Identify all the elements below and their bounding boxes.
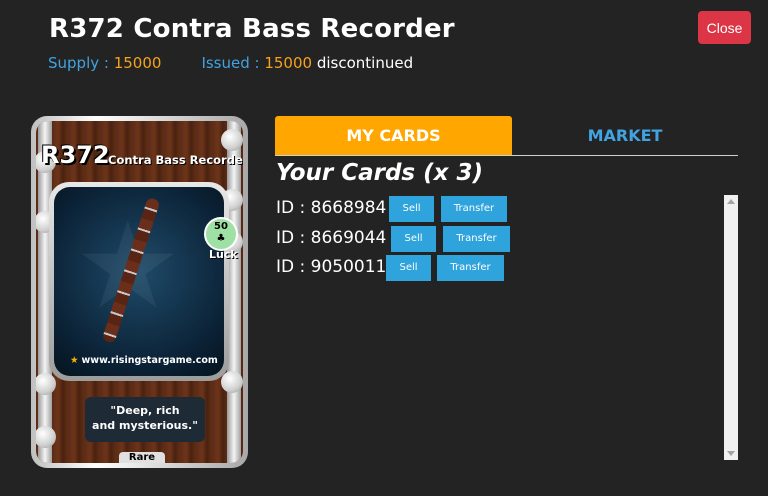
tab-my-cards[interactable]: MY CARDS (275, 116, 512, 155)
card-rail-right (227, 121, 241, 463)
modal-title: R372 Contra Bass Recorder (49, 14, 455, 44)
status-text: discontinued (316, 54, 414, 72)
card-knob-icon (221, 129, 243, 151)
sell-button[interactable]: Sell (391, 226, 436, 252)
card-name: Contra Bass Recorder (108, 153, 243, 167)
sell-button[interactable]: Sell (389, 196, 434, 222)
scroll-up-icon[interactable] (727, 199, 735, 204)
card-code: R372 (41, 141, 110, 169)
issued-value: 15000 (264, 54, 313, 72)
luck-badge-icon: 50 ♣ (204, 217, 238, 251)
sell-button[interactable]: Sell (386, 255, 431, 281)
card-image: R372 Contra Bass Recorder ★ ★www.risings… (31, 116, 248, 468)
issued-label: Issued : (201, 54, 265, 72)
close-button[interactable]: Close (698, 11, 751, 44)
card-list-scrollbar[interactable] (724, 195, 738, 460)
luck-label: Luck (209, 248, 238, 261)
card-knob-icon (36, 373, 56, 395)
transfer-button[interactable]: Transfer (443, 226, 510, 252)
scroll-down-icon[interactable] (727, 451, 735, 456)
card-detail-modal: R372 Contra Bass Recorder Supply : 15000… (0, 0, 768, 496)
card-rarity: Rare (119, 452, 165, 463)
star-icon: ★ (70, 355, 79, 366)
card-quote: "Deep, rich and mysterious." (85, 397, 205, 442)
card-art-frame: ★ ★www.risingstargame.com (49, 182, 229, 381)
card-id: ID : 9050011 (276, 257, 387, 277)
transfer-button[interactable]: Transfer (441, 196, 507, 222)
card-art: ★ ★www.risingstargame.com (54, 187, 224, 376)
supply-label: Supply : (48, 54, 114, 72)
card-id: ID : 8668984 (276, 198, 387, 218)
supply-value: 15000 (113, 54, 162, 72)
card-site-text: ★ www.risingstargame.com (70, 355, 218, 366)
card-id: ID : 8669044 (276, 228, 387, 248)
your-cards-heading: Your Cards (x 3) (276, 160, 483, 186)
transfer-button[interactable]: Transfer (437, 255, 504, 281)
card-knob-icon (36, 426, 56, 448)
supply-issued-line: Supply : 15000 Issued : 15000 discontinue… (48, 54, 413, 72)
tab-bar: MY CARDS MARKET (275, 116, 738, 156)
tab-market[interactable]: MARKET (512, 116, 738, 155)
card-knob-icon (221, 371, 243, 393)
